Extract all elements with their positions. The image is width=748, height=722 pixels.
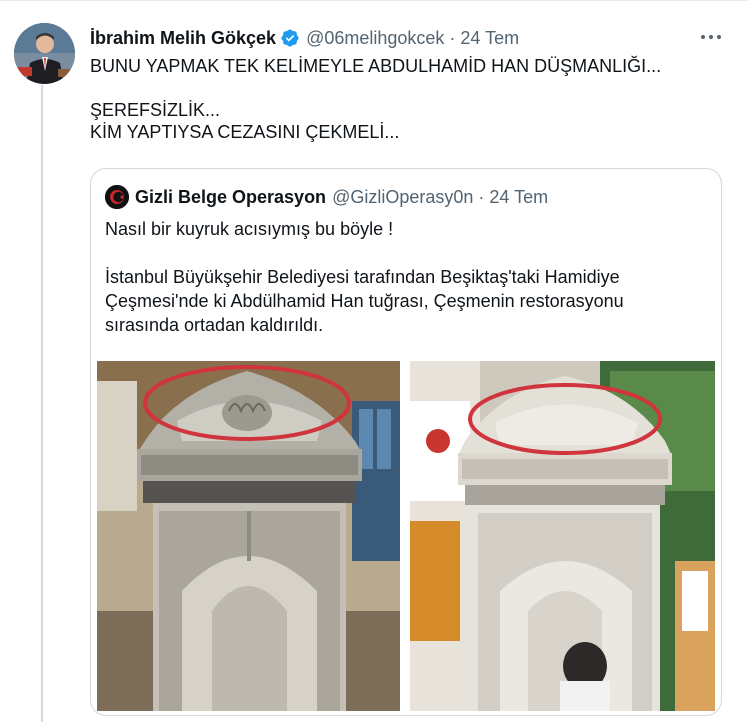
quoted-line: Nasıl bir kuyruk acısıymış bu böyle ! <box>105 219 394 239</box>
tweet-line: KİM YAPTIYSA CEZASINI ÇEKMELİ... <box>90 122 400 142</box>
header-separator: · <box>449 27 456 48</box>
thread-line <box>41 85 43 722</box>
tweet-header: İbrahim Melih Gökçek @06melihgokcek · 24… <box>90 27 519 49</box>
fountain-photo-after[interactable] <box>410 361 715 711</box>
quoted-author-name[interactable]: Gizli Belge Operasyon <box>135 187 326 208</box>
quoted-separator: · <box>478 186 485 207</box>
quoted-text: Nasıl bir kuyruk acısıymış bu böyle ! İs… <box>105 217 705 337</box>
quoted-line: Çeşmesi'nde ki Abdülhamid Han tuğrası, Ç… <box>105 291 624 311</box>
quoted-line: İstanbul Büyükşehir Belediyesi tarafında… <box>105 267 620 287</box>
author-avatar[interactable] <box>14 23 75 84</box>
quoted-author-avatar[interactable] <box>105 185 129 209</box>
tweet-line: ŞEREFSİZLİK... <box>90 100 221 120</box>
quoted-line: sırasında ortadan kaldırıldı. <box>105 315 324 335</box>
quoted-tweet[interactable]: Gizli Belge Operasyon @GizliOperasy0n · … <box>90 168 722 716</box>
quoted-header: Gizli Belge Operasyon @GizliOperasy0n · … <box>135 186 548 208</box>
verified-badge-icon <box>281 29 299 47</box>
tweet-container[interactable]: İbrahim Melih Gökçek @06melihgokcek · 24… <box>0 0 748 722</box>
more-dots-icon[interactable] <box>698 27 724 47</box>
fountain-photo-before[interactable] <box>97 361 400 711</box>
tweet-line: BUNU YAPMAK TEK KELİMEYLE ABDULHAMİD HAN… <box>90 56 662 76</box>
quoted-author-handle[interactable]: @GizliOperasy0n <box>332 187 473 208</box>
author-handle[interactable]: @06melihgokcek <box>306 28 444 49</box>
tweet-text: BUNU YAPMAK TEK KELİMEYLE ABDULHAMİD HAN… <box>90 55 730 143</box>
quoted-date[interactable]: 24 Tem <box>489 187 548 208</box>
quoted-media <box>97 361 715 711</box>
tweet-date[interactable]: 24 Tem <box>460 28 519 49</box>
author-name[interactable]: İbrahim Melih Gökçek <box>90 28 276 49</box>
